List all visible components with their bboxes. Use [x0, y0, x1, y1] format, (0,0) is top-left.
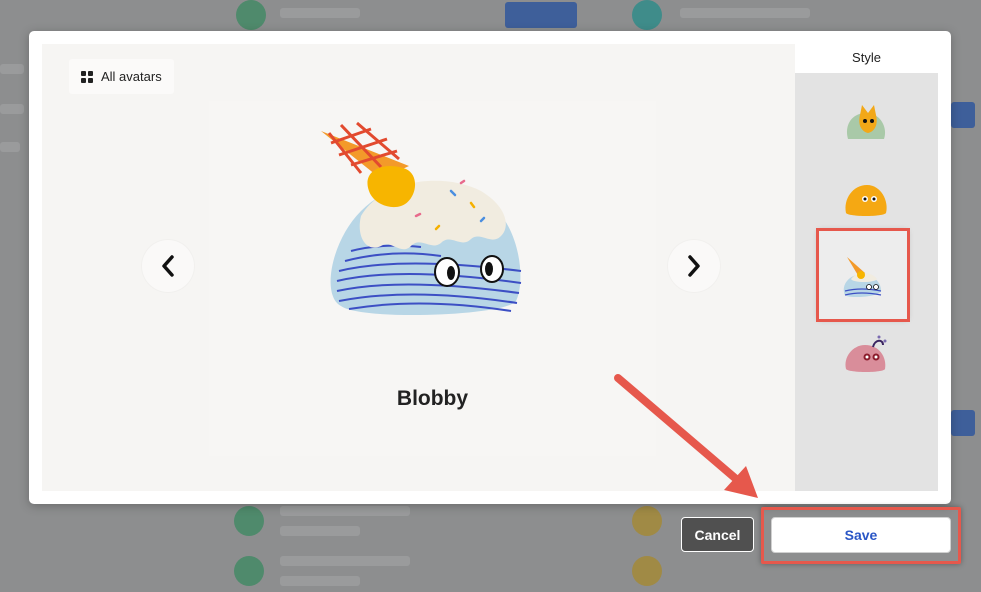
style-option-yellow[interactable]: [821, 159, 911, 239]
background-text: [680, 8, 810, 18]
background-text: [0, 64, 24, 74]
background-avatar-icon: [632, 556, 662, 586]
avatar-picker-dialog: All avatars Blobby Style: [29, 31, 951, 504]
background-text: [280, 526, 360, 536]
background-text: [280, 576, 360, 586]
style-option-cat[interactable]: [821, 83, 911, 163]
background-text: [280, 556, 410, 566]
background-button: [951, 410, 975, 436]
chevron-left-icon: [162, 255, 174, 277]
avatar-name: Blobby: [396, 387, 469, 410]
background-avatar-icon: [234, 506, 264, 536]
chevron-right-icon: [688, 255, 700, 277]
yellow-blob-avatar-icon: [845, 185, 887, 216]
grid-icon: [81, 70, 93, 83]
style-option-icecream[interactable]: [816, 228, 910, 322]
save-button[interactable]: Save: [771, 517, 951, 553]
background-text: [280, 8, 360, 18]
style-list: [795, 73, 938, 491]
style-panel: Style: [795, 44, 938, 491]
all-avatars-label: All avatars: [101, 69, 162, 84]
icecream-blob-avatar-icon: [843, 257, 882, 297]
next-avatar-button[interactable]: [668, 240, 720, 292]
cat-blob-avatar-icon: [846, 105, 886, 139]
cancel-button[interactable]: Cancel: [681, 517, 754, 552]
icecream-blob-avatar-icon: [321, 121, 522, 316]
pink-blob-avatar-icon: [845, 335, 887, 372]
all-avatars-button[interactable]: All avatars: [69, 59, 174, 94]
background-button: [505, 2, 577, 28]
background-text: [0, 104, 24, 114]
previous-avatar-button[interactable]: [142, 240, 194, 292]
style-option-pink[interactable]: [821, 313, 911, 393]
background-button: [951, 102, 975, 128]
background-avatar-icon: [632, 0, 662, 30]
background-avatar-icon: [632, 506, 662, 536]
background-avatar-icon: [234, 556, 264, 586]
annotation-arrow-icon: [614, 374, 758, 498]
background-text: [280, 506, 410, 516]
avatar-preview: Blobby: [209, 101, 656, 456]
background-avatar-icon: [236, 0, 266, 30]
background-text: [0, 142, 20, 152]
style-title: Style: [795, 44, 938, 73]
